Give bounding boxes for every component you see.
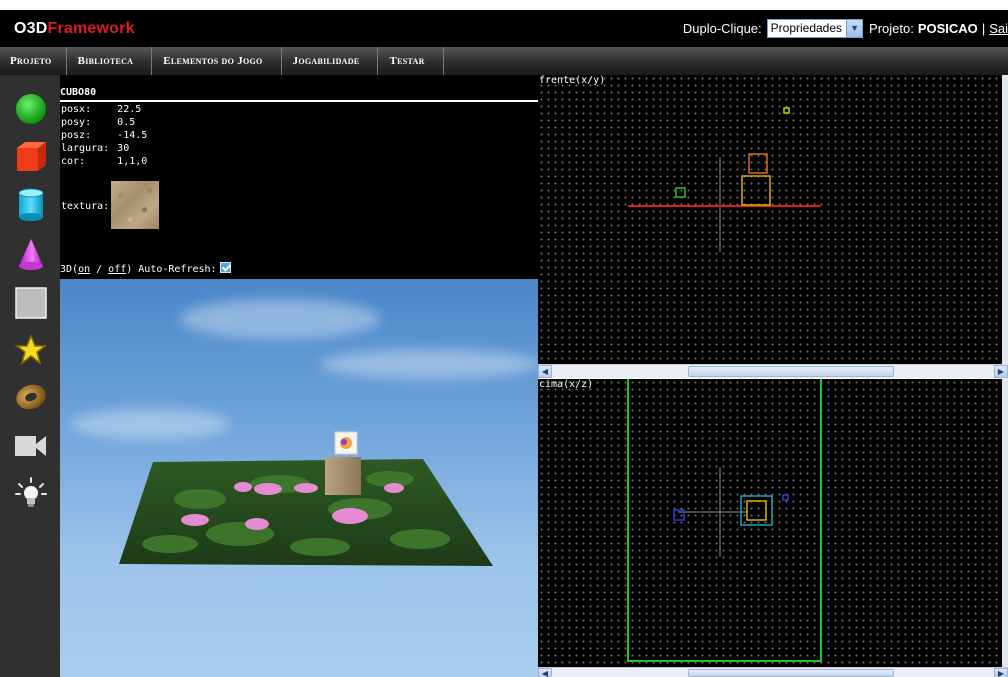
selected-cube[interactable] <box>325 457 361 495</box>
front-view-canvas <box>628 107 821 252</box>
texture-label: textura: <box>61 201 110 212</box>
scroll-left-icon[interactable]: ◀ <box>538 668 552 677</box>
property-value[interactable]: 30 <box>113 142 151 155</box>
dblclick-select-value: Propriedades <box>770 21 843 35</box>
texture-thumbnail[interactable] <box>111 181 159 229</box>
cylinder-tool[interactable] <box>14 188 48 222</box>
light-bulb-icon <box>15 477 47 507</box>
property-value[interactable]: 22.5 <box>113 103 151 116</box>
sky-cloud <box>70 409 230 439</box>
camera-tool[interactable] <box>14 429 48 463</box>
top-bar: O3DFramework Duplo-Clique: Propriedades … <box>0 0 1008 47</box>
property-row: posx: 22.5 <box>61 103 151 116</box>
menu-item-biblioteca[interactable]: Biblioteca <box>67 47 153 75</box>
header-separator: | <box>981 20 986 36</box>
gray-plane-icon <box>15 287 47 319</box>
property-row: posz: -14.5 <box>61 129 151 142</box>
property-value[interactable]: -14.5 <box>113 129 151 142</box>
cone-tool[interactable] <box>14 238 48 272</box>
plane-tool[interactable] <box>14 286 48 320</box>
project-name: POSICAO <box>917 20 978 36</box>
light-tool[interactable] <box>14 476 48 510</box>
property-key: largura: <box>61 143 110 154</box>
auto-refresh-checkbox[interactable] <box>219 262 231 273</box>
scroll-right-icon[interactable]: ▶ <box>994 668 1008 677</box>
red-cube-icon <box>17 142 46 171</box>
dblclick-label: Duplo-Clique: <box>682 20 762 36</box>
magenta-cone-icon <box>19 239 43 270</box>
property-key: cor: <box>61 156 86 167</box>
property-row: posy: 0.5 <box>61 116 151 129</box>
cyan-cylinder-icon <box>18 188 44 221</box>
star-tool[interactable] <box>14 333 48 367</box>
main-menu: Projeto Biblioteca Elementos do Jogo Jog… <box>0 47 1008 75</box>
top-view-canvas <box>627 379 822 662</box>
front-view-hscrollbar[interactable]: ◀ ▶ <box>538 364 1008 378</box>
viewport-3d[interactable] <box>60 279 538 677</box>
properties-panel: CUBO80 posx: 22.5 posy: 0.5 posz: -14.5 lar… <box>60 75 538 279</box>
property-key: posz: <box>61 130 92 141</box>
sky-cloud <box>180 299 380 339</box>
green-sphere-icon <box>16 94 46 124</box>
property-row: cor: 1,1,0 <box>61 155 151 168</box>
exit-link[interactable]: Sai <box>989 21 1008 36</box>
view3d-slash: / <box>90 264 109 275</box>
menu-item-jogabilidade[interactable]: Jogabilidade <box>282 47 379 75</box>
properties-table: posx: 22.5 posy: 0.5 posz: -14.5 largura: 30… <box>61 103 151 168</box>
object-name: CUBO80 <box>60 87 538 102</box>
property-key: posx: <box>61 104 92 115</box>
view3d-on-link[interactable]: on <box>78 264 90 275</box>
auto-refresh-label: ) Auto-Refresh: <box>126 264 217 275</box>
app-logo: O3DFramework <box>14 20 135 37</box>
torus-icon <box>16 384 46 410</box>
dblclick-select[interactable]: Propriedades ▼ <box>766 18 864 38</box>
property-row: largura: 30 <box>61 142 151 155</box>
front-view-vscrollbar[interactable] <box>1002 75 1008 365</box>
top-view-vscrollbar[interactable] <box>1002 379 1008 667</box>
scene-render <box>119 431 493 566</box>
scroll-left-icon[interactable]: ◀ <box>538 365 552 378</box>
project-label: Projeto: <box>869 20 914 36</box>
front-view[interactable]: frente(x/y) <box>538 75 1008 365</box>
yellow-star-icon <box>15 334 47 365</box>
cube-tool[interactable] <box>14 139 48 173</box>
scroll-right-icon[interactable]: ▶ <box>994 365 1008 378</box>
scroll-thumb[interactable] <box>688 669 894 677</box>
chevron-down-icon[interactable]: ▼ <box>846 19 863 37</box>
view3d-controls: 3D(on / off) Auto-Refresh: <box>60 262 231 275</box>
object-toolbar <box>0 75 60 677</box>
header-controls: Duplo-Clique: Propriedades ▼ Projeto: PO… <box>683 18 1008 38</box>
menu-item-testar[interactable]: Testar <box>378 47 444 75</box>
menu-item-projeto[interactable]: Projeto <box>0 47 67 75</box>
sky-cloud <box>320 349 538 379</box>
view3d-prefix: 3D( <box>60 264 79 275</box>
property-key: posy: <box>61 117 92 128</box>
property-value[interactable]: 0.5 <box>113 116 151 129</box>
camera-icon <box>15 436 46 456</box>
property-value[interactable]: 1,1,0 <box>113 155 151 168</box>
top-view-hscrollbar[interactable]: ◀ ▶ <box>538 667 1008 677</box>
menu-item-elementos-do-jogo[interactable]: Elementos do Jogo <box>152 47 282 75</box>
torus-tool[interactable] <box>14 380 48 414</box>
top-view[interactable]: cima(x/z) <box>538 379 1008 667</box>
sphere-tool[interactable] <box>14 92 48 126</box>
scroll-thumb[interactable] <box>688 366 894 377</box>
view3d-off-link[interactable]: off <box>108 264 126 275</box>
